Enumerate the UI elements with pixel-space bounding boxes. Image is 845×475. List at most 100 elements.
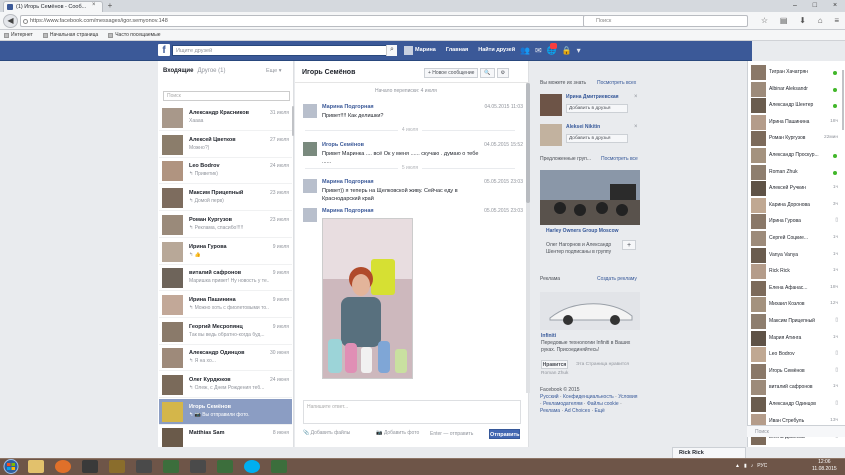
chat-contact[interactable]: Ирина Гурова ▯ [751, 213, 841, 230]
game-taskbar-icon[interactable] [109, 460, 125, 473]
see-all-link[interactable]: Посмотреть всех [597, 80, 636, 86]
app-taskbar-icon[interactable] [190, 460, 206, 473]
tab-close-icon[interactable]: × [92, 1, 96, 10]
thread-scrollbar[interactable] [526, 83, 530, 393]
chat-contact[interactable]: Александр Шентер [751, 97, 841, 114]
facebook-logo[interactable]: f [158, 44, 170, 56]
reply-input[interactable]: Напишите ответ... [303, 400, 521, 424]
ad-liked-by[interactable]: Roman Zhuk [541, 371, 568, 376]
tab-inbox[interactable]: Входящие [163, 68, 193, 74]
message-sender[interactable]: Марина Подгорная [322, 179, 374, 185]
conversation-item[interactable]: Георгий Месропянц Так вы ведь обратно-ког… [159, 319, 292, 345]
chat-contact[interactable]: Leo Bodrov ▯ [751, 346, 841, 363]
conversation-item[interactable]: Максим Прицепный ↰ Домой перв) 23 июля [159, 185, 292, 212]
chat-contact[interactable]: Ирина Пашинина 18ч [751, 114, 841, 131]
add-friend-button[interactable]: Добавить в друзья [566, 134, 628, 143]
gear-icon[interactable]: ⚙ [496, 68, 510, 78]
maximize-button[interactable]: □ [813, 0, 817, 12]
conversation-item[interactable]: Ирина Пашинина ↰ Можно хоть с фиолетовыми… [159, 292, 292, 318]
chat-contact[interactable]: Мария Атинга 1ч [751, 330, 841, 347]
chat-contact[interactable]: Алексей Ручкин 1ч [751, 180, 841, 197]
network-icon[interactable]: ▮ [744, 460, 747, 473]
attach-photo-button[interactable]: 📷 Добавить фото [376, 430, 419, 436]
add-friend-button[interactable]: Добавить в друзья [566, 104, 628, 113]
footer-link[interactable]: Конфиденциальность [563, 394, 614, 400]
chat-scrollbar[interactable] [842, 70, 844, 130]
scrollbar-thumb[interactable] [526, 83, 530, 203]
like-page-button[interactable]: Нравится [541, 360, 568, 369]
app-taskbar-icon[interactable] [82, 460, 98, 473]
avatar[interactable] [303, 142, 317, 156]
footer-link[interactable]: Условия [618, 394, 637, 400]
find-friends-link[interactable]: Найти друзей [478, 45, 515, 56]
message-photo[interactable] [322, 218, 413, 379]
bookmark-item[interactable]: Часто посещаемые [108, 30, 161, 40]
menu-icon[interactable]: ≡ [834, 14, 839, 28]
see-all-groups-link[interactable]: Посмотреть все [601, 156, 638, 162]
avatar[interactable] [540, 94, 562, 116]
join-group-button[interactable]: + [622, 240, 636, 250]
bookmark-item[interactable]: Интернет [4, 30, 33, 40]
home-link[interactable]: Главная [446, 45, 468, 56]
close-icon[interactable]: × [634, 124, 638, 130]
volume-icon[interactable]: ♪ [751, 460, 754, 473]
search-icon[interactable]: ⌕ [386, 45, 397, 56]
ad-image[interactable] [540, 292, 640, 330]
app-taskbar-icon[interactable] [217, 460, 233, 473]
chat-search-input[interactable]: Поиск [747, 425, 845, 437]
chat-contact[interactable]: Rick Rick 1ч [751, 263, 841, 280]
pymk-name[interactable]: Aleksei Nikitin [566, 124, 600, 130]
conversation-item[interactable]: Ирина Гурова ↰ 👍 9 июля [159, 239, 292, 265]
chat-contact[interactable]: Сергей Соцкие... 1ч [751, 230, 841, 247]
enter-to-send-checkbox[interactable]: Enter — отправить [430, 431, 473, 437]
chat-contact[interactable]: Albinar Aleksandr [751, 81, 841, 98]
message-sender[interactable]: Марина Подгорная [322, 104, 374, 110]
chat-contact[interactable]: Роман Кургузов 22мин [751, 130, 841, 147]
star-icon[interactable]: ☆ [761, 14, 768, 28]
footer-link[interactable]: Реклама [540, 408, 560, 414]
conversation-item[interactable]: Алексей Цветков Можно?) 27 июля [159, 132, 292, 158]
footer-link[interactable]: Рекламодателям [543, 401, 582, 407]
tab-other[interactable]: Другое (1) [197, 68, 225, 74]
chat-contact[interactable]: Карина Доронова 3ч [751, 197, 841, 214]
conversation-item[interactable]: Игорь Семёнов ↰ 📷 Вы отправили фото. [159, 398, 292, 425]
firefox-taskbar-icon[interactable] [55, 460, 71, 473]
conversation-item[interactable]: Александр Одинцов ↰ Я на хо... 30 июня [159, 345, 292, 372]
chat-contact[interactable]: Тигран Хачатрян [751, 64, 841, 81]
home-icon[interactable]: ⌂ [818, 14, 823, 28]
minimize-button[interactable]: – [793, 0, 797, 12]
explorer-taskbar-icon[interactable] [28, 460, 44, 473]
app-taskbar-icon[interactable] [271, 460, 287, 473]
conversation-scrollbar[interactable] [292, 106, 294, 136]
privacy-icon[interactable]: 🔒 [562, 44, 572, 57]
address-bar[interactable]: https://www.facebook.com/messages/igor.s… [20, 15, 585, 27]
conversation-item[interactable]: виталий сафронов Маришка привет! Ну новос… [159, 265, 292, 292]
messages-icon[interactable]: ✉ [535, 44, 542, 57]
thread-search-icon[interactable]: 🔍 [480, 68, 495, 78]
send-button[interactable]: Отправить [489, 429, 520, 439]
chat-contact[interactable]: Елена Афанас... 18ч [751, 280, 841, 297]
message-sender[interactable]: Игорь Семёнов [322, 142, 364, 148]
new-message-button[interactable]: + Новое сообщение [424, 68, 479, 78]
footer-link[interactable]: Файлы cookie [587, 401, 619, 407]
tray-arrow-icon[interactable]: ▲ [735, 460, 740, 473]
chat-contact[interactable]: Максим Прицепный ▯ [751, 313, 841, 330]
language-indicator[interactable]: РУС [757, 460, 767, 473]
chat-contact[interactable]: Александр Проскур... [751, 147, 841, 164]
conversation-item[interactable]: Олег Курдюков ↰ Олеж, с Днем Рождения теб… [159, 372, 292, 398]
new-tab-button[interactable]: + [104, 1, 116, 11]
bookmark-item[interactable]: Начальная страница [42, 30, 98, 40]
close-window-button[interactable]: × [833, 0, 837, 12]
facebook-search-input[interactable]: Ищите друзей [172, 45, 397, 56]
ad-title[interactable]: Infiniti [541, 333, 556, 339]
conversation-item[interactable]: Роман Кургузов ↰ Реклама, спасибо!!!!! 23 … [159, 212, 292, 238]
footer-link[interactable]: Ещё [595, 408, 605, 414]
settings-icon[interactable]: ▾ [577, 44, 581, 57]
avatar[interactable] [303, 104, 317, 118]
app-taskbar-icon[interactable] [163, 460, 179, 473]
group-name[interactable]: Harley Owners Group Moscow [546, 228, 626, 235]
back-button[interactable]: ◀ [3, 14, 18, 28]
pymk-name[interactable]: Ирина Дмитриевская [566, 94, 619, 100]
chat-contact[interactable]: Михаил Козлов 12ч [751, 296, 841, 313]
taskbar-clock[interactable]: 12:06 11.08.2015 [812, 459, 837, 473]
